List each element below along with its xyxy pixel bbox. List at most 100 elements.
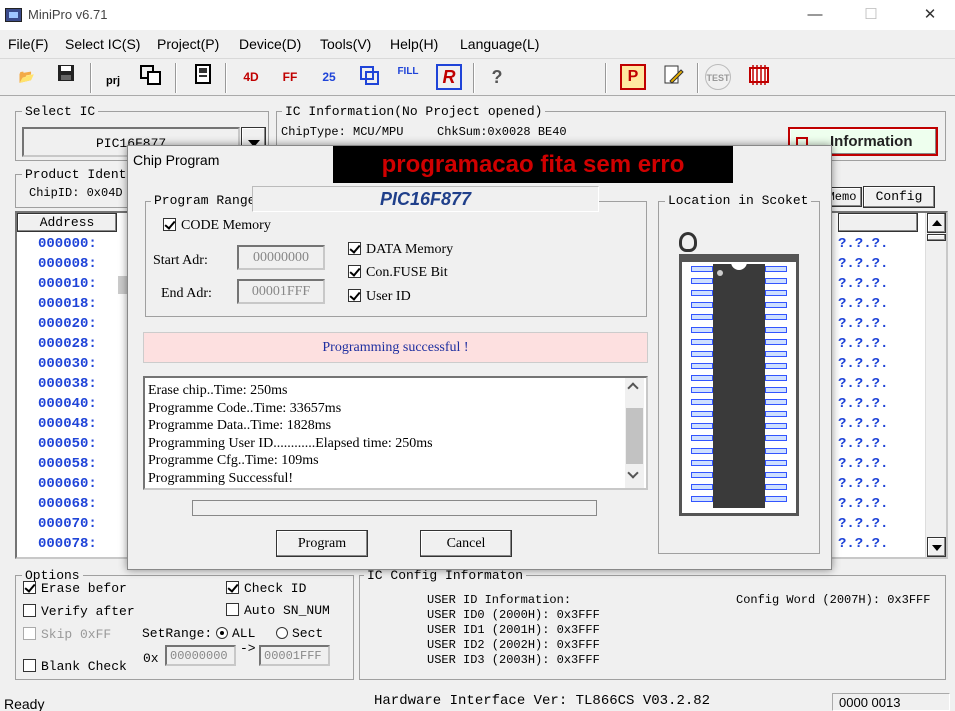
ascii-row: ?.?.?.: [838, 416, 889, 432]
blank-check-icon[interactable]: FF: [277, 64, 303, 90]
pin-right-icon: [765, 374, 787, 381]
ic-info-title: IC Information(No Project opened): [282, 104, 546, 119]
address-row: 000058:: [38, 456, 97, 472]
open-folder-icon[interactable]: 📂: [14, 64, 40, 90]
range-to-input[interactable]: 00001FFF: [259, 645, 330, 666]
read-chip-icon[interactable]: 4D: [238, 64, 264, 90]
checkbox-icon: [348, 242, 361, 255]
pin-left-icon: [691, 350, 713, 357]
save-project-icon[interactable]: [138, 64, 164, 90]
tab-config[interactable]: Config: [863, 186, 935, 208]
ascii-row: ?.?.?.: [838, 436, 889, 452]
address-row: 000030:: [38, 356, 97, 372]
code-memory-checkbox[interactable]: CODE Memory: [163, 218, 271, 234]
config-line: USER ID Information:: [427, 593, 572, 607]
pin-left-icon: [691, 447, 713, 454]
pin-right-icon: [765, 362, 787, 369]
start-address-input[interactable]: 00000000: [237, 245, 325, 270]
checkbox-icon: [23, 604, 36, 617]
encrypt-icon[interactable]: R: [436, 64, 462, 90]
menu-file[interactable]: File(F): [8, 36, 48, 52]
status-counter: 0000 0013: [832, 693, 950, 711]
checkbox-icon: [226, 603, 239, 616]
address-row: 000028:: [38, 336, 97, 352]
menu-tools[interactable]: Tools(V): [320, 36, 371, 52]
checkbox-icon: [23, 627, 36, 640]
user-id-info: USER ID Information: USER ID0 (2000H): 0…: [427, 593, 600, 668]
chip-body-icon: [713, 262, 765, 508]
data-memory-checkbox[interactable]: DATA Memory: [348, 242, 453, 258]
log-box[interactable]: Erase chip..Time: 250ms Programme Code..…: [143, 376, 648, 490]
ascii-row: ?.?.?.: [838, 236, 889, 252]
fill-icon[interactable]: FILL: [395, 64, 421, 90]
hex-prefix-label: 0x: [143, 651, 159, 666]
program-button[interactable]: Program: [276, 530, 368, 557]
end-address-input[interactable]: 00001FFF: [237, 279, 325, 304]
chevron-up-icon: [932, 220, 942, 226]
scroll-up-button[interactable]: [927, 213, 946, 233]
verify-after-checkbox[interactable]: Verify after: [23, 604, 135, 619]
range-all-radio[interactable]: ALL: [216, 626, 255, 641]
socket-location-title: Location in Scoket: [665, 193, 812, 208]
cancel-button[interactable]: Cancel: [420, 530, 512, 557]
edit-icon[interactable]: [660, 64, 686, 90]
blank-check-checkbox[interactable]: Blank Check: [23, 659, 127, 674]
log-line: Programme Data..Time: 1828ms: [148, 418, 332, 433]
ascii-row: ?.?.?.: [838, 296, 889, 312]
chip-icon[interactable]: [190, 64, 216, 90]
ic-test-icon[interactable]: [746, 64, 772, 90]
menu-bar: File(F) Select IC(S) Project(P) Device(D…: [0, 33, 955, 55]
menu-device[interactable]: Device(D): [239, 36, 301, 52]
ic-config-title: IC Config Informaton: [364, 568, 527, 583]
radio-icon: [276, 627, 288, 639]
dialog-title: Chip Program: [133, 152, 220, 168]
range-from-input[interactable]: 00000000: [165, 645, 236, 666]
pin-left-icon: [691, 266, 713, 272]
ascii-header: [838, 213, 918, 232]
checkbox-icon: [23, 659, 36, 672]
pin-left-icon: [691, 278, 713, 285]
self-test-icon[interactable]: TEST: [705, 64, 731, 90]
production-mode-icon[interactable]: P: [620, 64, 646, 90]
save-icon[interactable]: [53, 64, 79, 90]
skip-ff-checkbox[interactable]: Skip 0xFF: [23, 627, 111, 642]
project-icon[interactable]: prj: [100, 64, 126, 90]
scroll-thumb[interactable]: [927, 234, 946, 241]
pin-right-icon: [765, 411, 787, 418]
menu-language[interactable]: Language(L): [460, 36, 539, 52]
hex-scrollbar[interactable]: [925, 213, 946, 557]
menu-project[interactable]: Project(P): [157, 36, 219, 52]
close-button[interactable]: ✕: [910, 4, 950, 26]
config-line: USER ID1 (2001H): 0x3FFF: [427, 623, 600, 637]
scroll-down-button[interactable]: [927, 537, 946, 557]
menu-select-ic[interactable]: Select IC(S): [65, 36, 140, 52]
fuse-bit-checkbox[interactable]: Con.FUSE Bit: [348, 265, 448, 281]
address-header: Address: [17, 213, 117, 232]
minimize-button[interactable]: —: [795, 4, 835, 26]
help-icon[interactable]: ?: [484, 64, 510, 90]
title-bar: MiniPro v6.71 — ☐ ✕: [0, 0, 955, 30]
user-id-checkbox[interactable]: User ID: [348, 289, 411, 305]
chip-program-dialog: Chip Program programacao fita sem erro P…: [127, 145, 832, 570]
log-scroll-thumb[interactable]: [626, 408, 643, 464]
radio-icon: [216, 627, 228, 639]
address-row: 000008:: [38, 256, 97, 272]
check-id-checkbox[interactable]: Check ID: [226, 581, 306, 596]
auto-sn-checkbox[interactable]: Auto SN_NUM: [226, 603, 330, 618]
ascii-row: ?.?.?.: [838, 336, 889, 352]
address-row: 000048:: [38, 416, 97, 432]
verify-icon[interactable]: [356, 64, 382, 90]
pin-left-icon: [691, 387, 713, 393]
program-chip-icon[interactable]: 25: [316, 64, 342, 90]
menu-help[interactable]: Help(H): [390, 36, 438, 52]
ascii-row: ?.?.?.: [838, 496, 889, 512]
range-sect-radio[interactable]: Sect: [276, 626, 323, 641]
erase-before-checkbox[interactable]: Erase befor: [23, 581, 127, 596]
log-scrollbar[interactable]: [625, 378, 644, 488]
chevron-down-icon: [627, 467, 639, 479]
pin-left-icon: [691, 290, 713, 297]
pin-left-icon: [691, 362, 713, 369]
pin-left-icon: [691, 374, 713, 381]
config-line: USER ID2 (2002H): 0x3FFF: [427, 638, 600, 652]
maximize-button[interactable]: ☐: [851, 4, 891, 26]
